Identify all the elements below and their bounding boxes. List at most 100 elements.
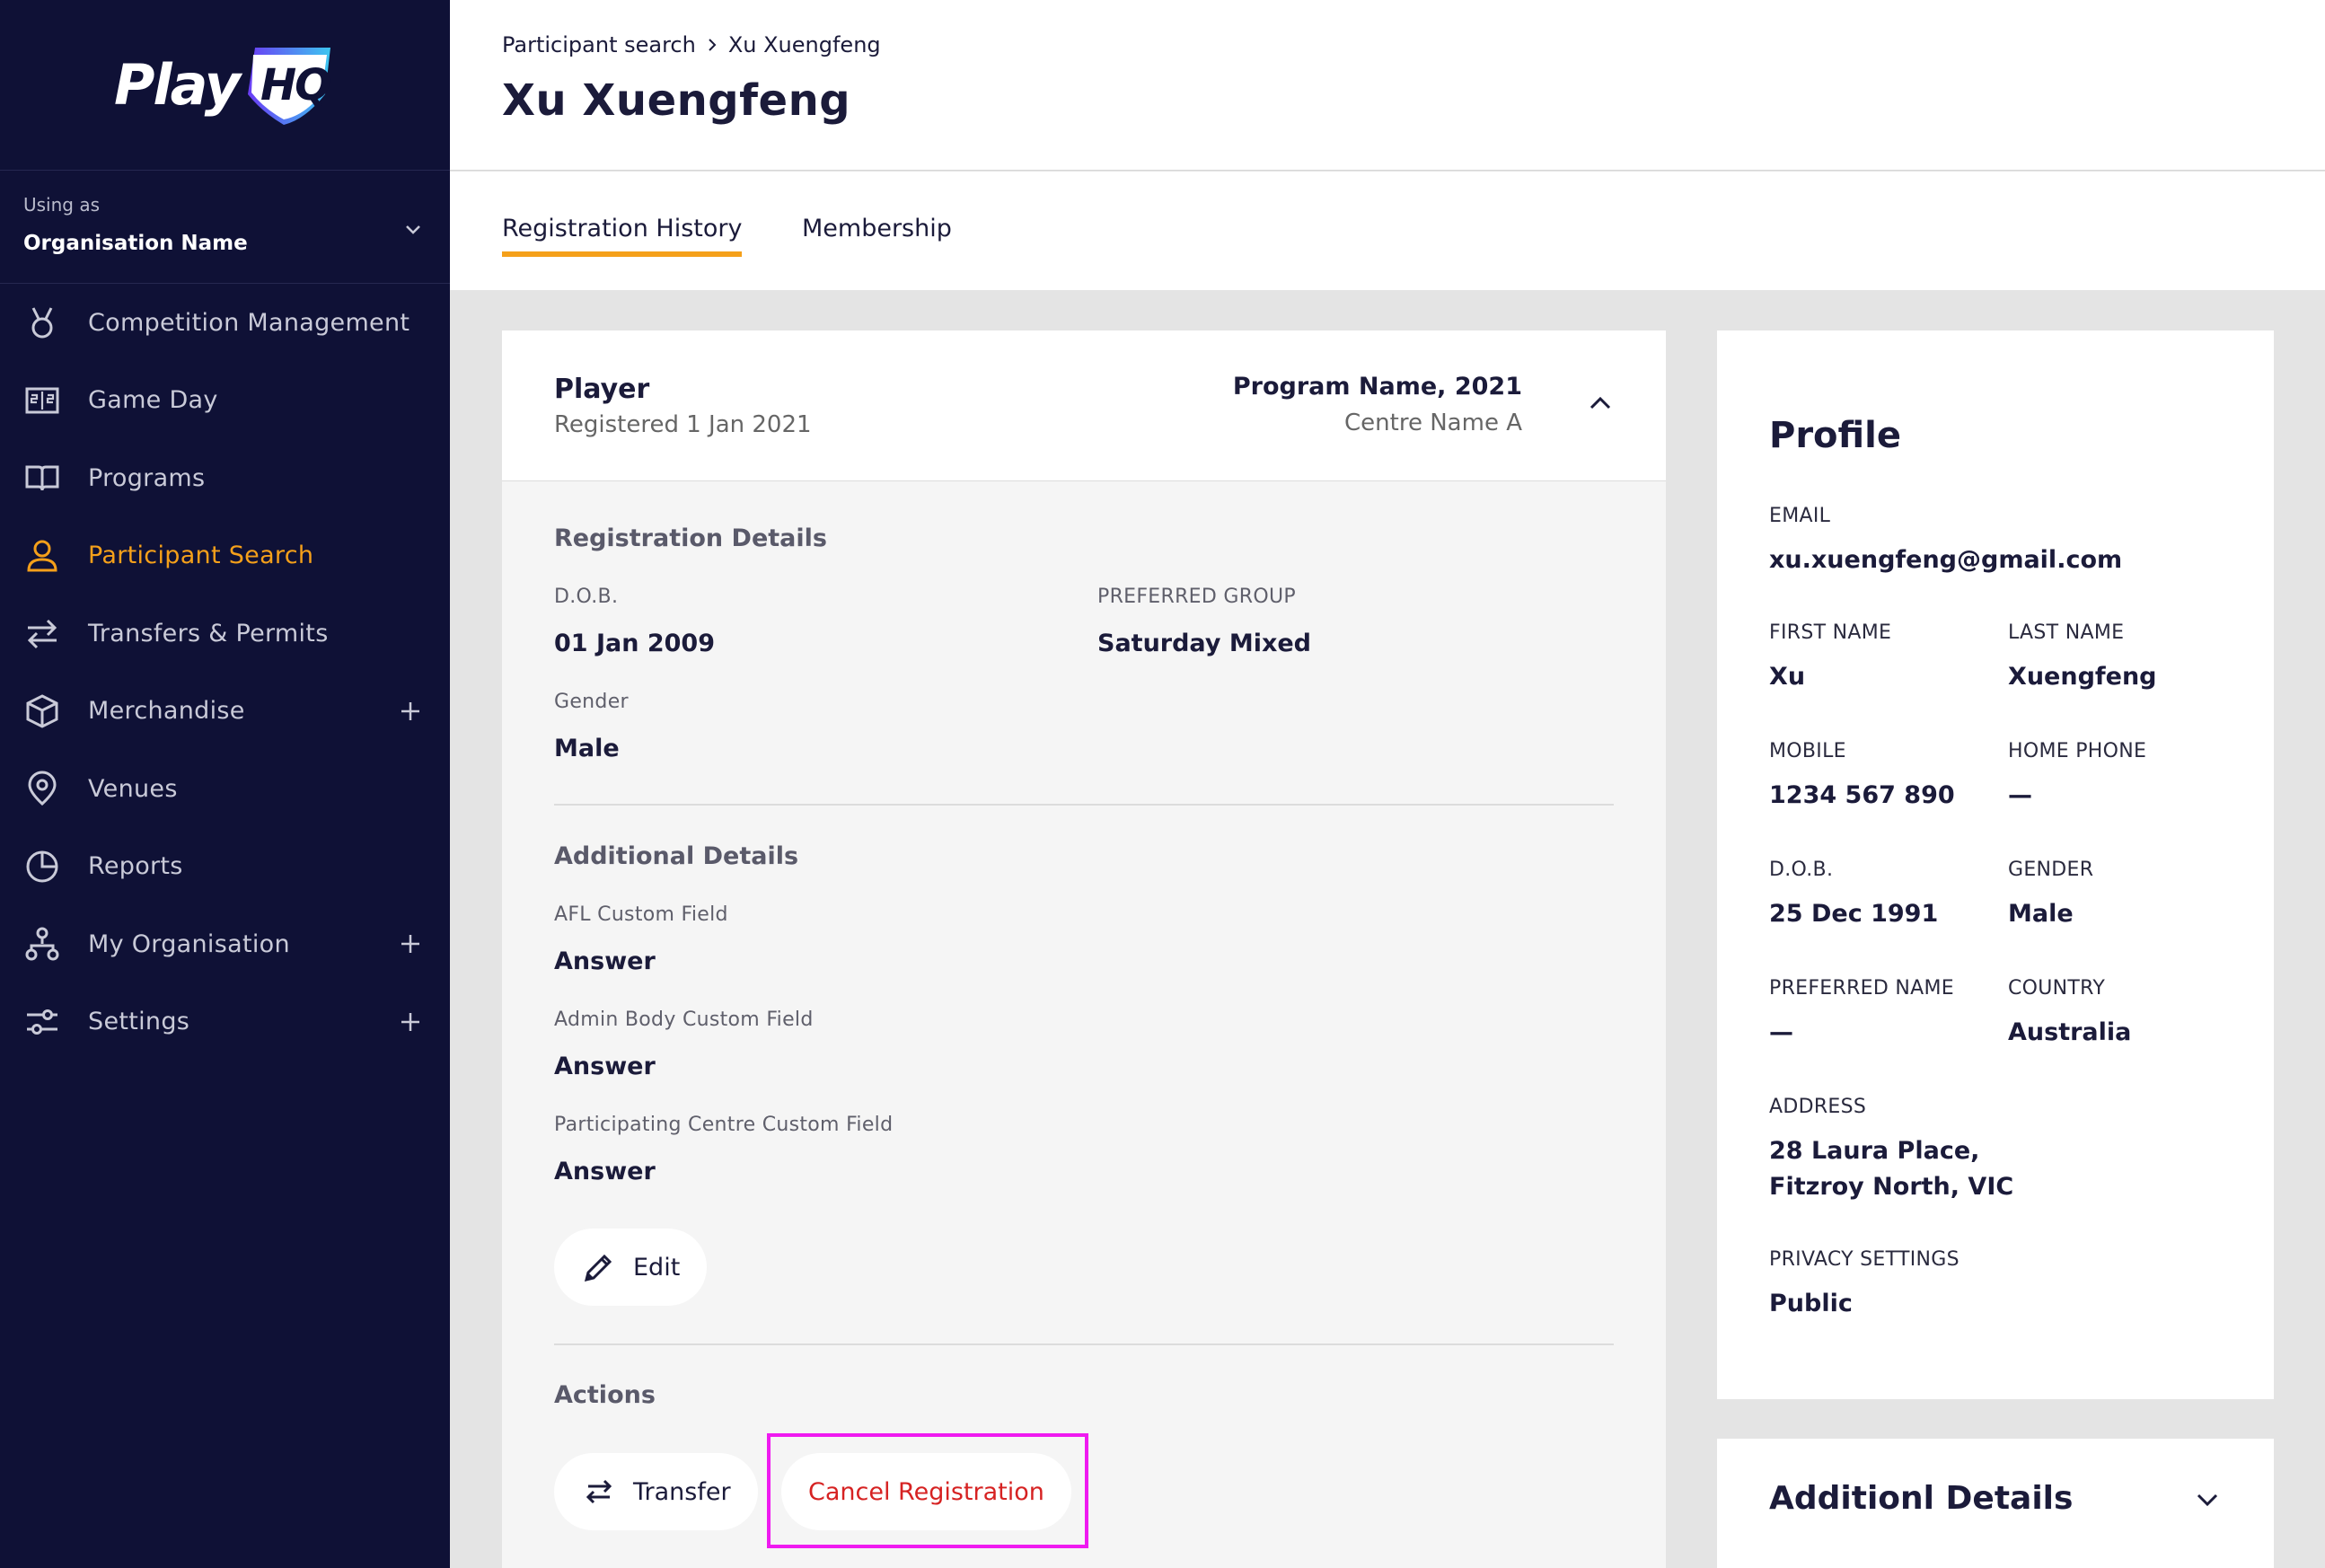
- last-name-value: Xuengfeng: [2008, 663, 2157, 691]
- custom-field-label: AFL Custom Field: [554, 903, 728, 926]
- custom-field-label: Participating Centre Custom Field: [554, 1114, 894, 1136]
- sidebar-item-venues[interactable]: Venues: [0, 750, 450, 828]
- sidebar-item-participant-search[interactable]: Participant Search: [0, 517, 450, 595]
- tab-registration-history[interactable]: Registration History: [502, 215, 743, 257]
- privacy-value: Public: [1769, 1290, 1853, 1317]
- scoreboard-icon: [23, 382, 61, 419]
- registration-program: Program Name, 2021: [1232, 373, 1522, 401]
- dob-label: D.O.B.: [554, 586, 619, 608]
- registration-card: Player Registered 1 Jan 2021 Program Nam…: [502, 330, 1666, 1568]
- mobile-value: 1234 567 890: [1769, 781, 1955, 809]
- org-switcher[interactable]: Using as Organisation Name: [0, 170, 450, 284]
- custom-field-value: Answer: [554, 1158, 656, 1185]
- sidebar-item-label: Reports: [88, 852, 183, 881]
- actions-title: Actions: [554, 1381, 656, 1409]
- sidebar-item-competition-management[interactable]: Competition Management: [0, 284, 450, 362]
- gender-label: Gender: [554, 691, 629, 713]
- profile-dob-label: D.O.B.: [1769, 859, 1834, 881]
- dob-value: 01 Jan 2009: [554, 630, 716, 657]
- registration-role: Player: [554, 374, 650, 405]
- sidebar-item-my-organisation[interactable]: My Organisation: [0, 905, 450, 983]
- transfer-arrows-icon: [586, 1479, 612, 1504]
- profile-card: Profile EMAIL xu.xuengfeng@gmail.com FIR…: [1717, 330, 2274, 1399]
- registration-date: Registered 1 Jan 2021: [554, 411, 812, 438]
- expand-plus-icon[interactable]: [400, 1011, 421, 1033]
- logo-text: Play: [113, 52, 241, 118]
- logo-mark: HQ: [260, 60, 330, 110]
- box-icon: [23, 692, 61, 730]
- preferred-name-label: PREFERRED NAME: [1769, 977, 1955, 1000]
- gender-value: Male: [554, 735, 620, 762]
- divider: [554, 804, 1614, 806]
- org-using-as: Using as: [23, 194, 101, 216]
- org-tree-icon: [23, 925, 61, 963]
- sidebar-item-transfers-permits[interactable]: Transfers & Permits: [0, 595, 450, 673]
- logo-shield-icon: HQ: [242, 40, 336, 130]
- registration-card-header[interactable]: Player Registered 1 Jan 2021 Program Nam…: [502, 330, 1666, 481]
- book-icon: [23, 459, 61, 497]
- divider: [554, 1343, 1614, 1345]
- home-phone-value: —: [2008, 781, 2032, 809]
- additional-details-card-title: Additionl Details: [1769, 1480, 2074, 1517]
- sidebar-item-label: Competition Management: [88, 308, 410, 337]
- sidebar-item-label: My Organisation: [88, 929, 290, 958]
- sidebar-nav: Competition Management Game Day Programs…: [0, 284, 450, 1061]
- registration-details-title: Registration Details: [554, 524, 827, 552]
- page-title: Xu Xuengfeng: [502, 75, 851, 126]
- expand-plus-icon[interactable]: [400, 933, 421, 955]
- profile-dob-value: 25 Dec 1991: [1769, 900, 1939, 928]
- preferred-group-label: PREFERRED GROUP: [1097, 586, 1296, 608]
- additional-details-title: Additional Details: [554, 842, 799, 870]
- profile-gender-label: GENDER: [2008, 859, 2094, 881]
- sidebar: Play HQ Using as Organisation Name Compe…: [0, 0, 450, 1568]
- page-header: Participant search Xu Xuengfeng Xu Xueng…: [450, 0, 2325, 171]
- email-label: EMAIL: [1769, 505, 1831, 527]
- expand-plus-icon[interactable]: [400, 700, 421, 722]
- breadcrumb: Participant search Xu Xuengfeng: [502, 32, 881, 57]
- sidebar-item-merchandise[interactable]: Merchandise: [0, 673, 450, 751]
- location-pin-icon: [23, 770, 61, 807]
- country-label: COUNTRY: [2008, 977, 2106, 1000]
- address-line1: 28 Laura Place,: [1769, 1137, 1980, 1165]
- email-value: xu.xuengfeng@gmail.com: [1769, 546, 2123, 574]
- privacy-label: PRIVACY SETTINGS: [1769, 1248, 1960, 1271]
- chevron-down-icon[interactable]: [2193, 1485, 2222, 1514]
- logo[interactable]: Play HQ: [0, 0, 450, 170]
- transfer-arrows-icon: [23, 614, 61, 652]
- last-name-label: LAST NAME: [2008, 621, 2125, 644]
- edit-button-label: Edit: [633, 1253, 681, 1282]
- chevron-up-icon[interactable]: [1587, 390, 1614, 417]
- address-line2: Fitzroy North, VIC: [1769, 1173, 2014, 1201]
- additional-details-card[interactable]: Additionl Details: [1717, 1439, 2274, 1568]
- profile-gender-value: Male: [2008, 900, 2074, 928]
- sidebar-item-game-day[interactable]: Game Day: [0, 362, 450, 440]
- highlight-box: [767, 1433, 1088, 1548]
- pencil-icon: [584, 1254, 612, 1282]
- home-phone-label: HOME PHONE: [2008, 740, 2147, 762]
- sidebar-item-label: Game Day: [88, 386, 218, 415]
- registration-centre: Centre Name A: [1344, 410, 1522, 436]
- sidebar-item-programs[interactable]: Programs: [0, 439, 450, 517]
- custom-field-value: Answer: [554, 947, 656, 975]
- preferred-name-value: —: [1769, 1018, 1793, 1046]
- breadcrumb-current: Xu Xuengfeng: [727, 32, 881, 57]
- sliders-icon: [23, 1003, 61, 1041]
- breadcrumb-parent-link[interactable]: Participant search: [502, 32, 696, 57]
- tab-membership[interactable]: Membership: [802, 215, 952, 251]
- address-label: ADDRESS: [1769, 1096, 1867, 1118]
- preferred-group-value: Saturday Mixed: [1097, 630, 1312, 657]
- chevron-right-icon: [709, 39, 717, 51]
- sidebar-item-label: Programs: [88, 463, 206, 492]
- edit-button[interactable]: Edit: [554, 1229, 708, 1306]
- first-name-label: FIRST NAME: [1769, 621, 1892, 644]
- first-name-value: Xu: [1769, 663, 1806, 691]
- sidebar-item-label: Transfers & Permits: [88, 619, 329, 647]
- sidebar-item-settings[interactable]: Settings: [0, 983, 450, 1061]
- sidebar-item-label: Participant Search: [88, 542, 314, 570]
- transfer-button[interactable]: Transfer: [554, 1453, 758, 1530]
- sidebar-item-reports[interactable]: Reports: [0, 828, 450, 906]
- medal-icon: [23, 304, 61, 341]
- custom-field-value: Answer: [554, 1053, 656, 1080]
- org-name: Organisation Name: [23, 232, 248, 255]
- pie-chart-icon: [23, 848, 61, 885]
